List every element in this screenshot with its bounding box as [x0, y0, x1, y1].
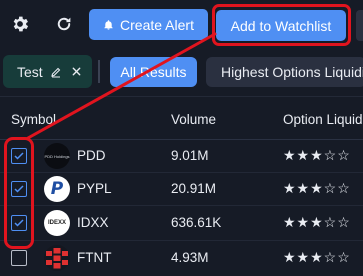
row-divider	[0, 205, 363, 206]
idexx-logo-text: IDEXX	[47, 220, 66, 226]
create-alert-label: Create Alert	[120, 16, 194, 33]
volume-cell: 20.91M	[171, 181, 217, 196]
symbol-column-header[interactable]: Symbol	[11, 112, 56, 127]
saved-filter-label: Test	[17, 63, 43, 80]
table-row[interactable]: PDD Holdings PDD 9.01M ★★★☆☆	[0, 140, 363, 172]
symbol-cell[interactable]: IDXX	[77, 215, 109, 230]
checkbox-highlight-box	[4, 137, 34, 249]
row-divider	[0, 240, 363, 241]
table-row[interactable]: IDEXX IDXX 636.61K ★★★☆☆	[0, 207, 363, 239]
all-results-label: All Results	[120, 64, 187, 80]
paypal-logo: P	[44, 176, 70, 202]
row-checkbox[interactable]	[11, 250, 27, 266]
create-alert-button[interactable]: Create Alert	[89, 9, 208, 40]
volume-cell: 4.93M	[171, 250, 209, 265]
table-row[interactable]: P PYPL 20.91M ★★★☆☆	[0, 173, 363, 205]
highest-options-liquidity-tab[interactable]: Highest Options Liquidity	[206, 57, 363, 87]
liquidity-stars: ★★★☆☆	[283, 147, 351, 163]
watchlist-highlight-box	[212, 4, 351, 46]
refresh-icon[interactable]	[50, 10, 78, 38]
liquidity-stars: ★★★☆☆	[283, 214, 351, 230]
filter-divider	[98, 60, 100, 83]
table-row[interactable]: FTNT 4.93M ★★★☆☆	[0, 242, 363, 276]
volume-cell: 636.61K	[171, 215, 222, 230]
liquidity-stars: ★★★☆☆	[283, 249, 351, 265]
liquidity-stars: ★★★☆☆	[283, 180, 351, 196]
edit-pencil-icon[interactable]	[50, 66, 71, 78]
bell-icon	[103, 19, 114, 31]
symbol-cell[interactable]: PDD	[77, 148, 106, 163]
symbol-cell[interactable]: FTNT	[77, 250, 112, 265]
option-liquidity-column-header[interactable]: Option Liquidity	[283, 112, 363, 127]
pdd-logo-text: PDD Holdings	[44, 153, 70, 159]
pdd-logo: PDD Holdings	[44, 143, 70, 169]
settings-gear-icon[interactable]	[6, 10, 34, 38]
volume-column-header[interactable]: Volume	[171, 112, 216, 127]
fortinet-logo	[44, 245, 70, 271]
volume-cell: 9.01M	[171, 148, 209, 163]
idexx-logo: IDEXX	[44, 210, 70, 236]
highest-options-liquidity-label: Highest Options Liquidity	[221, 64, 363, 80]
saved-filter-chip[interactable]: Test	[3, 55, 92, 88]
all-results-tab[interactable]: All Results	[110, 57, 197, 87]
paypal-logo-text: P	[50, 179, 64, 199]
filter-divider-line	[0, 96, 363, 97]
symbol-cell[interactable]: PYPL	[77, 181, 112, 196]
toolbar-overflow-button[interactable]	[356, 10, 363, 41]
close-icon[interactable]	[71, 66, 92, 77]
